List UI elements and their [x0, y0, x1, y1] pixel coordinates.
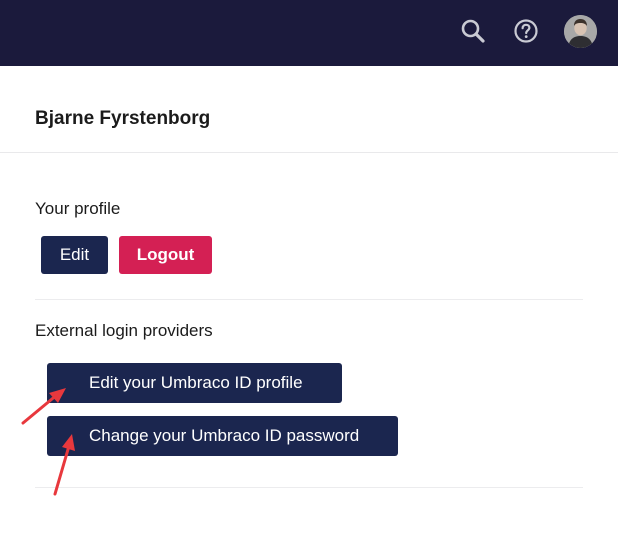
panel-header: Bjarne Fyrstenborg [0, 66, 618, 153]
search-icon [461, 19, 485, 43]
profile-section-title: Your profile [35, 199, 121, 218]
top-bar [0, 0, 618, 66]
help-button[interactable] [512, 17, 540, 45]
search-button[interactable] [459, 17, 487, 45]
avatar-image [564, 15, 597, 48]
logout-button[interactable]: Logout [119, 236, 212, 274]
edit-profile-button[interactable]: Edit [41, 236, 108, 274]
change-umbraco-password-button[interactable]: Change your Umbraco ID password [47, 416, 398, 456]
section-divider-bottom [35, 487, 583, 488]
help-icon [514, 19, 538, 43]
edit-umbraco-id-button[interactable]: Edit your Umbraco ID profile [47, 363, 342, 403]
section-divider [35, 299, 583, 300]
user-panel: Bjarne Fyrstenborg Your profile Edit Log… [0, 66, 618, 557]
user-name: Bjarne Fyrstenborg [35, 108, 211, 129]
external-providers-title: External login providers [35, 321, 213, 340]
user-avatar[interactable] [564, 15, 597, 48]
